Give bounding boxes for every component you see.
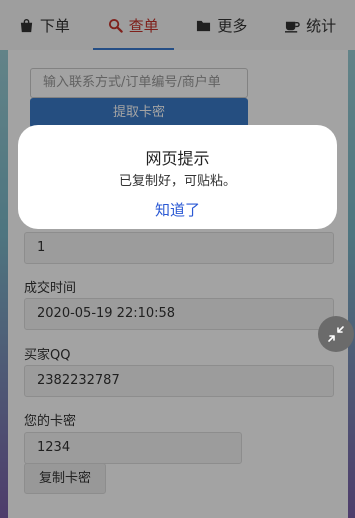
modal-backdrop xyxy=(0,0,355,518)
dialog-message: 已复制好，可贴粘。 xyxy=(118,174,236,189)
app-root: 下单 查单 更多 统计 输入联系方式/订单编号/商户单 提取卡密 1 成交时间 … xyxy=(0,0,355,518)
dialog-ok-button[interactable]: 知道了 xyxy=(18,199,337,220)
collapse-arrows-icon xyxy=(328,326,344,342)
collapse-float-button[interactable] xyxy=(318,316,354,352)
dialog-title: 网页提示 xyxy=(145,149,210,168)
alert-dialog: 网页提示 已复制好，可贴粘。 知道了 xyxy=(18,125,337,229)
